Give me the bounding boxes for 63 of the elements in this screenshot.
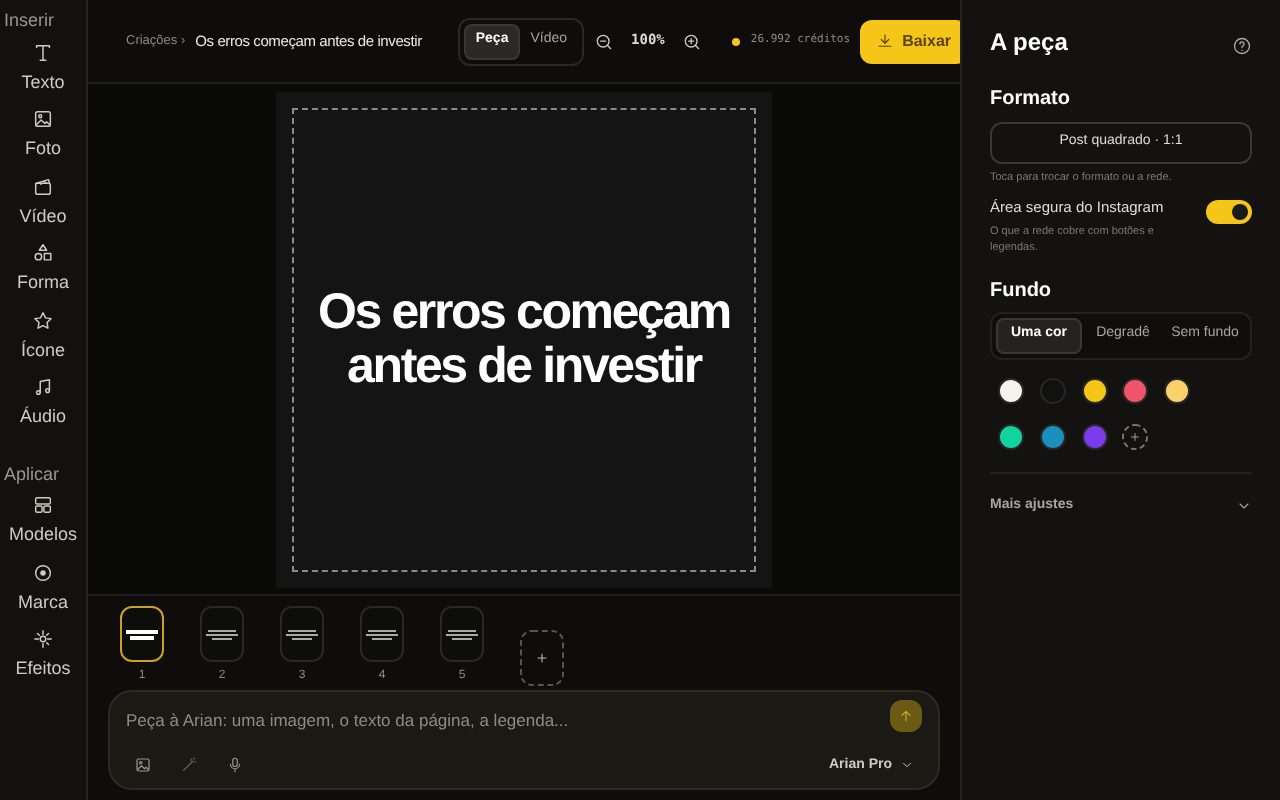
sidebar-item[interactable]: Vídeo bbox=[0, 169, 86, 236]
page-thumbnail[interactable] bbox=[440, 606, 484, 662]
add-color-button[interactable] bbox=[1122, 423, 1149, 449]
add-image-button[interactable] bbox=[134, 756, 152, 775]
download-icon bbox=[876, 32, 895, 50]
sidebar-item[interactable]: Marca bbox=[0, 555, 86, 622]
image-icon bbox=[32, 108, 54, 130]
section-heading: Fundo bbox=[990, 277, 1054, 305]
layout-icon bbox=[32, 494, 54, 516]
text-lines-icon bbox=[284, 629, 320, 639]
canvas-headline: Os erros começam antes de investir bbox=[316, 285, 732, 393]
add-page-button[interactable] bbox=[520, 630, 564, 686]
plus-icon bbox=[534, 650, 550, 666]
color-swatch[interactable] bbox=[998, 423, 1024, 449]
magic-wand-button[interactable] bbox=[180, 756, 198, 775]
text-lines-icon bbox=[444, 629, 480, 639]
sidebar-item[interactable]: Efeitos bbox=[0, 622, 86, 689]
panel-title: A peça bbox=[990, 26, 1068, 60]
toggle-switch[interactable] bbox=[1206, 200, 1252, 225]
color-swatch[interactable] bbox=[1081, 377, 1108, 403]
color-swatch[interactable] bbox=[1081, 423, 1108, 449]
text-lines-icon bbox=[364, 629, 400, 639]
sidebar-item[interactable]: Áudio bbox=[0, 370, 86, 437]
microphone-button[interactable] bbox=[226, 756, 244, 775]
section-heading: Formato bbox=[990, 86, 1072, 114]
page-thumbnail[interactable] bbox=[360, 606, 404, 662]
send-button[interactable] bbox=[890, 700, 922, 733]
color-swatch[interactable] bbox=[998, 377, 1024, 403]
page-thumbnail[interactable] bbox=[200, 606, 244, 662]
help-icon bbox=[1232, 36, 1252, 56]
sidebar-item[interactable]: Ícone bbox=[0, 303, 86, 370]
zoom-out-icon bbox=[593, 31, 614, 51]
color-swatch[interactable] bbox=[1164, 377, 1191, 403]
text-lines-icon bbox=[124, 629, 160, 639]
page-thumbnail[interactable] bbox=[280, 606, 324, 662]
clapperboard-icon bbox=[32, 175, 54, 197]
sidebar-item[interactable]: Modelos bbox=[0, 488, 86, 555]
chevron-down-icon bbox=[900, 758, 914, 773]
music-note-icon bbox=[32, 376, 54, 398]
microphone-icon bbox=[226, 756, 244, 775]
text-lines-icon bbox=[204, 629, 240, 639]
wand-icon bbox=[180, 756, 198, 775]
color-swatch[interactable] bbox=[1039, 377, 1066, 403]
target-icon bbox=[32, 561, 54, 583]
color-swatch[interactable] bbox=[1122, 377, 1149, 403]
zoom-in-icon bbox=[682, 31, 703, 51]
page-thumbnail[interactable] bbox=[120, 606, 164, 662]
sidebar-item[interactable]: Texto bbox=[0, 35, 86, 102]
zoom-in-button[interactable] bbox=[682, 31, 703, 51]
arrow-up-icon bbox=[898, 708, 914, 725]
color-swatch[interactable] bbox=[1039, 423, 1066, 449]
zoom-out-button[interactable] bbox=[593, 31, 614, 51]
sparkle-icon bbox=[32, 628, 54, 650]
plus-icon bbox=[1128, 429, 1143, 443]
help-button[interactable] bbox=[1232, 36, 1252, 56]
image-icon bbox=[134, 756, 152, 775]
text-icon bbox=[32, 41, 54, 63]
sidebar-item[interactable]: Forma bbox=[0, 236, 86, 303]
shapes-icon bbox=[32, 242, 54, 264]
star-icon bbox=[32, 309, 54, 331]
section-label: Aplicar bbox=[2, 461, 62, 488]
sidebar-item[interactable]: Foto bbox=[0, 102, 86, 169]
section-label: Inserir bbox=[2, 8, 57, 34]
